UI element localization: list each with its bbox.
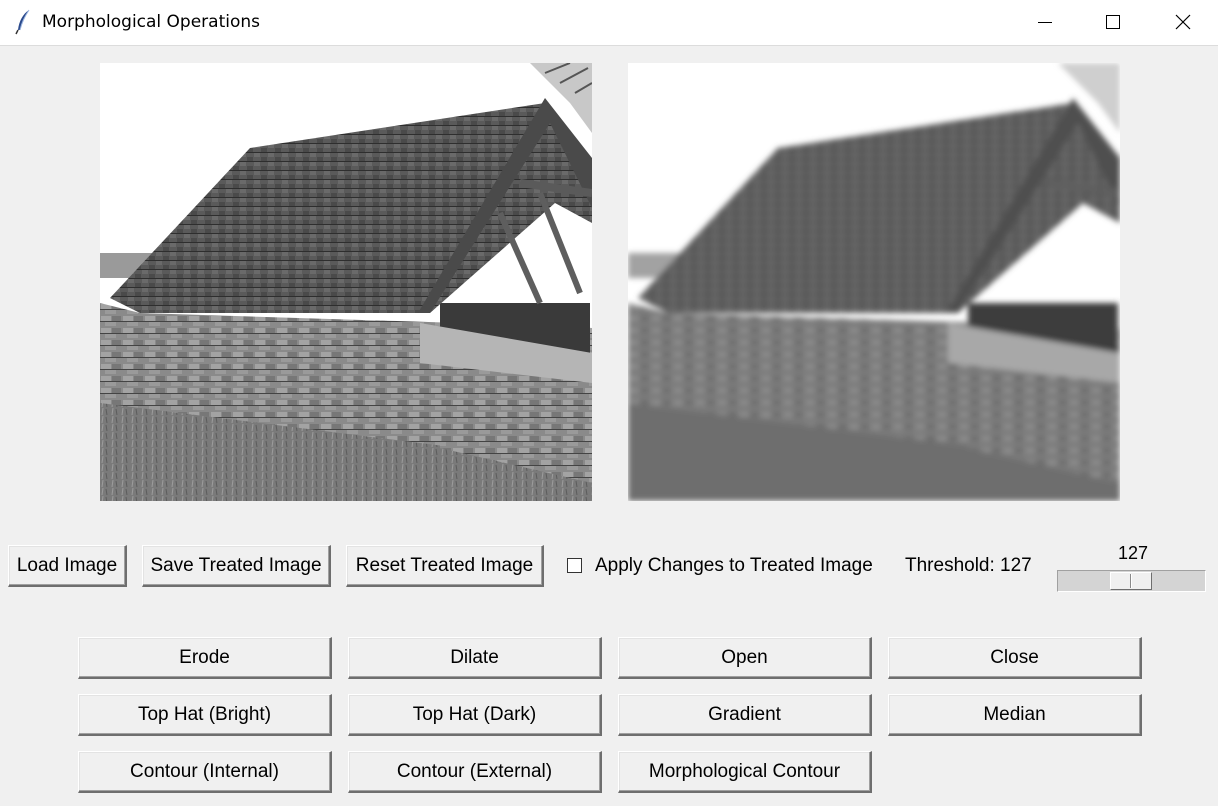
- feather-icon: [14, 9, 34, 35]
- apply-changes-label: Apply Changes to Treated Image: [595, 555, 873, 576]
- erode-button[interactable]: Erode: [78, 637, 332, 679]
- window-title: Morphological Operations: [42, 12, 261, 32]
- contour-external-button[interactable]: Contour (External): [348, 751, 602, 793]
- dilate-button[interactable]: Dilate: [348, 637, 602, 679]
- close-button-op[interactable]: Close: [888, 637, 1142, 679]
- threshold-label: Threshold: 127: [905, 555, 1032, 576]
- original-image: [100, 63, 592, 501]
- threshold-scale-value: 127: [1118, 543, 1149, 563]
- reset-treated-image-button[interactable]: Reset Treated Image: [346, 545, 544, 587]
- close-icon: [1175, 14, 1191, 30]
- open-button[interactable]: Open: [618, 637, 872, 679]
- minimize-icon: [1038, 22, 1052, 23]
- top-hat-dark-button[interactable]: Top Hat (Dark): [348, 694, 602, 736]
- maximize-button[interactable]: [1090, 0, 1136, 44]
- morphological-contour-button[interactable]: Morphological Contour: [618, 751, 872, 793]
- slider-grip-icon: [1130, 574, 1132, 588]
- load-image-button[interactable]: Load Image: [8, 545, 127, 587]
- close-button[interactable]: [1160, 0, 1206, 44]
- median-button[interactable]: Median: [888, 694, 1142, 736]
- gradient-button[interactable]: Gradient: [618, 694, 872, 736]
- top-hat-bright-button[interactable]: Top Hat (Bright): [78, 694, 332, 736]
- threshold-slider-handle[interactable]: [1110, 572, 1152, 590]
- apply-changes-checkbox[interactable]: [567, 558, 582, 573]
- title-bar: Morphological Operations: [0, 0, 1218, 46]
- contour-internal-button[interactable]: Contour (Internal): [78, 751, 332, 793]
- maximize-icon: [1106, 15, 1120, 29]
- save-treated-image-button[interactable]: Save Treated Image: [142, 545, 331, 587]
- minimize-button[interactable]: [1022, 0, 1068, 44]
- threshold-scale[interactable]: [1057, 570, 1206, 592]
- treated-image: [628, 63, 1120, 501]
